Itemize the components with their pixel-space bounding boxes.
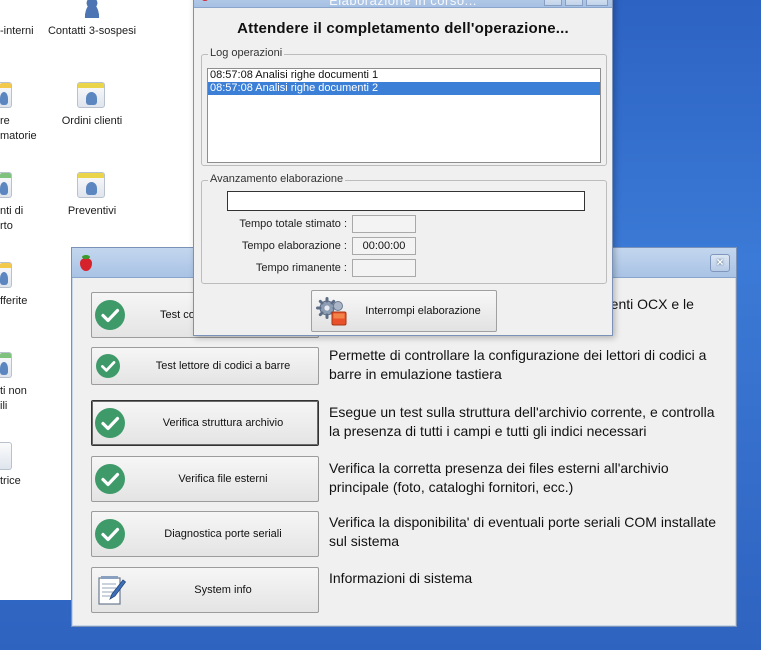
verify-archive-structure-button[interactable]: Verifica struttura archivio	[91, 400, 319, 446]
close-button[interactable]: ×	[710, 254, 730, 272]
test-barcode-reader-label: Test lettore di codici a barre	[155, 360, 291, 372]
check-icon	[95, 408, 125, 438]
document-green-icon	[0, 172, 12, 198]
verify-external-files-button[interactable]: Verifica file esterni	[91, 456, 319, 502]
desktop-icon-label: Preventivi	[67, 205, 117, 217]
progress-titlebar[interactable]: Elaborazione in corso...	[194, 0, 612, 8]
desktop-icon-label: Ordini clienti	[61, 115, 123, 127]
close-button[interactable]	[586, 0, 608, 6]
desktop-icon-label: fferite	[0, 295, 28, 307]
time-remaining-label: Tempo rimanente :	[255, 262, 347, 274]
test-components-description: menti OCX e le	[599, 296, 694, 312]
log-entry[interactable]: 08:57:08 Analisi righe documenti 1	[208, 69, 600, 82]
desktop-icon-label: trice	[0, 475, 21, 487]
desktop-icon-label: ti non ili	[0, 385, 27, 412]
desktop-icon-ordini-clienti[interactable]: Ordini clienti	[50, 80, 134, 130]
stop-processing-label: Interrompi elaborazione	[365, 305, 481, 317]
log-entry-selected[interactable]: 08:57:08 Analisi righe documenti 2	[208, 82, 600, 95]
serial-ports-diagnostics-label: Diagnostica porte seriali	[164, 528, 282, 540]
log-listbox[interactable]: 08:57:08 Analisi righe documenti 1 08:57…	[207, 68, 601, 163]
desktop-icon-contatti-sospesi[interactable]: Contatti 3-sospesi	[44, 0, 140, 40]
desktop-icon-ti-non-ili[interactable]: ti non ili	[0, 350, 40, 412]
log-group-label: Log operazioni	[208, 47, 285, 59]
progress-groupbox: Avanzamento elaborazione Tempo totale st…	[201, 173, 607, 284]
time-remaining-field	[352, 259, 416, 277]
desktop-icon-matorie[interactable]: re matorie	[0, 80, 40, 142]
maximize-button[interactable]	[565, 0, 583, 6]
test-barcode-reader-button[interactable]: Test lettore di codici a barre	[91, 347, 319, 385]
orders-people-icon	[77, 82, 105, 108]
desktop-icon-label: -interni	[0, 25, 34, 37]
check-icon	[95, 519, 125, 549]
document-people-icon	[0, 82, 12, 108]
document-yellow-icon	[0, 262, 12, 288]
desktop-icon-nti-di-rto[interactable]: nti di rto	[0, 170, 40, 232]
desktop-icon-label: Contatti 3-sospesi	[47, 25, 137, 37]
verify-archive-structure-description: Esegue un test sulla struttura dell'arch…	[329, 404, 715, 439]
desktop-icon-preventivi[interactable]: Preventivi	[50, 170, 134, 220]
progress-bar	[227, 191, 585, 211]
serial-ports-diagnostics-description: Verifica la disponibilita' di eventuali …	[329, 514, 717, 549]
check-icon	[96, 354, 120, 378]
minimize-button[interactable]	[544, 0, 562, 6]
desktop-icon-fferite[interactable]: fferite	[0, 260, 40, 310]
system-info-label: System info	[194, 584, 252, 596]
system-info-description: Informazioni di sistema	[329, 570, 473, 586]
app-strawberry-icon	[80, 255, 92, 271]
verify-external-files-description: Verifica la corretta presenza dei files …	[329, 460, 669, 495]
verify-external-files-label: Verifica file esterni	[178, 473, 268, 485]
document-green-icon	[0, 352, 12, 378]
progress-heading: Attendere il completamento dell'operazio…	[237, 20, 569, 37]
time-elapsed-label: Tempo elaborazione :	[241, 240, 347, 252]
system-info-button[interactable]: System info	[91, 567, 319, 613]
serial-ports-diagnostics-button[interactable]: Diagnostica porte seriali	[91, 511, 319, 557]
time-total-label: Tempo totale stimato :	[239, 218, 347, 230]
progress-window: Elaborazione in corso... Attendere il co…	[193, 0, 613, 336]
progress-group-label: Avanzamento elaborazione	[208, 173, 346, 185]
stop-processing-button[interactable]: Interrompi elaborazione	[311, 290, 497, 332]
time-elapsed-field: 00:00:00	[352, 237, 416, 255]
quotes-people-icon	[77, 172, 105, 198]
desktop-icon-label: re matorie	[0, 115, 37, 142]
document-plain-icon	[0, 442, 12, 470]
log-groupbox: Log operazioni 08:57:08 Analisi righe do…	[201, 47, 607, 166]
notepad-icon	[96, 574, 127, 606]
check-icon	[95, 300, 125, 330]
gear-stop-icon	[316, 297, 348, 327]
time-total-field	[352, 215, 416, 233]
desktop-icon-label: nti di rto	[0, 205, 24, 232]
desktop-icon-trice[interactable]: trice	[0, 440, 40, 490]
desktop-icon-interni[interactable]: -interni	[0, 24, 36, 39]
test-barcode-reader-description: Permette di controllare la configurazion…	[329, 347, 707, 382]
check-icon	[95, 464, 125, 494]
verify-archive-structure-label: Verifica struttura archivio	[162, 417, 284, 429]
contact-person-icon	[77, 0, 105, 20]
